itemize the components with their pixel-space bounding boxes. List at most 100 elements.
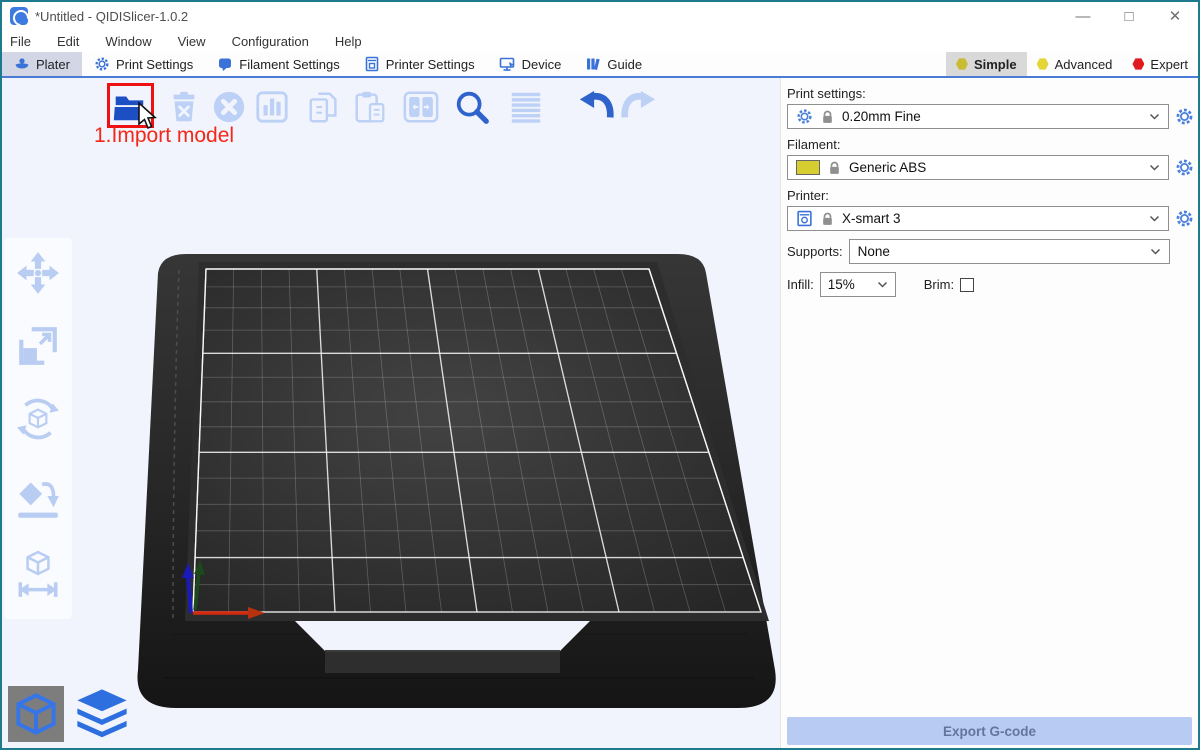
delete-all-icon bbox=[211, 89, 247, 125]
tab-label: Device bbox=[522, 57, 562, 72]
edit-printer-button[interactable] bbox=[1174, 209, 1194, 229]
mode-advanced[interactable]: Advanced bbox=[1027, 52, 1123, 76]
split-icon bbox=[402, 88, 440, 126]
gear-icon bbox=[94, 56, 110, 72]
settings-sidebar: Print settings: 0.20mm Fine bbox=[780, 78, 1198, 748]
device-icon bbox=[499, 56, 516, 72]
edit-print-settings-button[interactable] bbox=[1174, 107, 1194, 127]
preview-view-button[interactable] bbox=[74, 686, 130, 742]
lock-icon bbox=[821, 110, 834, 124]
printer-label: Printer: bbox=[787, 188, 1194, 203]
rotate-icon bbox=[15, 396, 61, 442]
view-mode-switcher bbox=[8, 686, 130, 742]
print-settings-value: 0.20mm Fine bbox=[842, 109, 921, 124]
variable-layer-height-button[interactable] bbox=[507, 88, 545, 126]
move-button[interactable] bbox=[15, 250, 61, 301]
plater-icon bbox=[14, 56, 30, 72]
place-on-face-icon bbox=[15, 469, 61, 523]
brim-label: Brim: bbox=[924, 277, 954, 292]
filament-value: Generic ABS bbox=[849, 160, 926, 175]
gizmo-toolbar bbox=[4, 238, 72, 619]
filament-row: Generic ABS bbox=[787, 155, 1194, 180]
tab-label: Print Settings bbox=[116, 57, 193, 72]
menu-help[interactable]: Help bbox=[335, 34, 362, 49]
filament-label: Filament: bbox=[787, 137, 1194, 152]
guide-icon bbox=[585, 56, 601, 72]
tab-printer-settings[interactable]: Printer Settings bbox=[352, 52, 487, 76]
supports-value: None bbox=[858, 244, 890, 259]
chevron-down-icon bbox=[1149, 113, 1160, 120]
menu-view[interactable]: View bbox=[178, 34, 206, 49]
gear-icon bbox=[796, 108, 813, 125]
layer-height-icon bbox=[508, 89, 544, 125]
editor-3d-cube-icon bbox=[14, 692, 58, 736]
mode-label: Simple bbox=[974, 57, 1017, 72]
window-title: *Untitled - QIDISlicer-1.0.2 bbox=[35, 9, 188, 24]
redo-icon bbox=[620, 88, 658, 126]
menu-edit[interactable]: Edit bbox=[57, 34, 79, 49]
tab-print-settings[interactable]: Print Settings bbox=[82, 52, 205, 76]
mode-switcher: Simple Advanced Expert bbox=[946, 52, 1198, 76]
move-icon bbox=[15, 250, 61, 296]
arrange-icon bbox=[254, 89, 290, 125]
supports-dropdown[interactable]: None bbox=[849, 239, 1170, 264]
scale-button[interactable] bbox=[15, 323, 61, 374]
printer-value: X-smart 3 bbox=[842, 211, 901, 226]
main-area: 1.Import model bbox=[2, 78, 1198, 748]
tab-guide[interactable]: Guide bbox=[573, 52, 654, 76]
place-on-face-button[interactable] bbox=[15, 469, 61, 528]
redo-button[interactable] bbox=[620, 88, 658, 126]
search-icon bbox=[453, 87, 491, 127]
close-button[interactable]: ✕ bbox=[1152, 2, 1198, 30]
lock-icon bbox=[821, 212, 834, 226]
arrange-button[interactable] bbox=[253, 88, 291, 126]
printer-dropdown[interactable]: X-smart 3 bbox=[787, 206, 1169, 231]
delete-button[interactable] bbox=[165, 88, 203, 126]
menu-window[interactable]: Window bbox=[105, 34, 151, 49]
chevron-down-icon bbox=[1150, 248, 1161, 255]
edit-filament-button[interactable] bbox=[1174, 158, 1194, 178]
measure-button[interactable] bbox=[15, 550, 61, 605]
supports-label: Supports: bbox=[787, 244, 843, 259]
infill-label: Infill: bbox=[787, 277, 814, 292]
infill-dropdown[interactable]: 15% bbox=[820, 272, 896, 297]
simple-mode-dot-icon bbox=[956, 58, 968, 70]
rotate-button[interactable] bbox=[15, 396, 61, 447]
menu-configuration[interactable]: Configuration bbox=[232, 34, 309, 49]
scale-icon bbox=[15, 323, 61, 369]
tab-plater[interactable]: Plater bbox=[2, 52, 82, 76]
delete-all-button[interactable] bbox=[210, 88, 248, 126]
tab-label: Guide bbox=[607, 57, 642, 72]
mode-expert[interactable]: Expert bbox=[1122, 52, 1198, 76]
editor-view-button[interactable] bbox=[8, 686, 64, 742]
mode-label: Advanced bbox=[1055, 57, 1113, 72]
print-settings-label: Print settings: bbox=[787, 86, 1194, 101]
filament-dropdown[interactable]: Generic ABS bbox=[787, 155, 1169, 180]
undo-button[interactable] bbox=[577, 88, 615, 126]
printer-icon bbox=[796, 210, 813, 227]
tab-device[interactable]: Device bbox=[487, 52, 574, 76]
filament-color-swatch bbox=[796, 160, 820, 175]
measure-icon bbox=[15, 550, 61, 600]
maximize-button[interactable]: □ bbox=[1106, 2, 1152, 30]
split-objects-button[interactable] bbox=[402, 88, 440, 126]
export-gcode-button[interactable]: Export G-code bbox=[787, 717, 1192, 745]
chevron-down-icon bbox=[877, 281, 888, 288]
paste-icon bbox=[352, 89, 388, 125]
copy-button[interactable] bbox=[305, 88, 343, 126]
tab-label: Filament Settings bbox=[239, 57, 339, 72]
window-controls: — □ ✕ bbox=[1060, 2, 1198, 30]
mode-simple[interactable]: Simple bbox=[946, 52, 1027, 76]
minimize-button[interactable]: — bbox=[1060, 2, 1106, 30]
tab-filament-settings[interactable]: Filament Settings bbox=[205, 52, 351, 76]
menu-file[interactable]: File bbox=[10, 34, 31, 49]
print-bed bbox=[2, 78, 780, 748]
preview-layers-icon bbox=[74, 688, 130, 740]
viewport-3d[interactable]: 1.Import model bbox=[2, 78, 780, 748]
paste-button[interactable] bbox=[351, 88, 389, 126]
search-button[interactable] bbox=[453, 88, 491, 126]
brim-checkbox[interactable] bbox=[960, 278, 974, 292]
tab-label: Plater bbox=[36, 57, 70, 72]
print-settings-dropdown[interactable]: 0.20mm Fine bbox=[787, 104, 1169, 129]
infill-value: 15% bbox=[828, 277, 855, 292]
